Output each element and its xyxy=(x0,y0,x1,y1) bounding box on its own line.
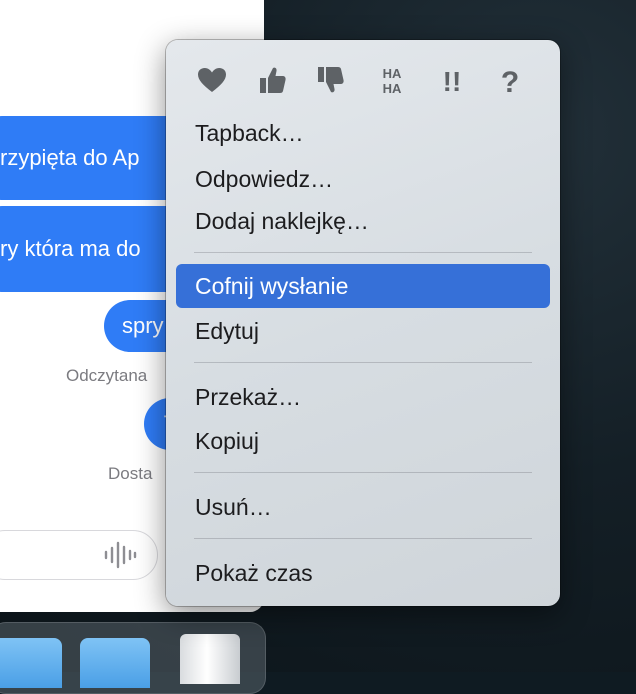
svg-text:!!: !! xyxy=(443,66,462,95)
haha-icon[interactable]: HA HA xyxy=(374,60,410,100)
dock-folder[interactable] xyxy=(80,638,150,688)
menu-separator xyxy=(194,472,532,473)
exclamation-icon[interactable]: !! xyxy=(434,60,470,100)
svg-text:?: ? xyxy=(501,66,519,95)
menu-item-add-sticker[interactable]: Dodaj naklejkę… xyxy=(176,204,550,238)
context-menu: HA HA !! ? Tapback… Odpowiedz… Dodaj nak… xyxy=(166,40,560,606)
message-text: ry która ma do xyxy=(0,236,141,261)
tapback-row: HA HA !! ? xyxy=(166,60,560,100)
menu-item-reply[interactable]: Odpowiedz… xyxy=(176,162,550,196)
menu-item-show-time[interactable]: Pokaż czas xyxy=(176,556,550,590)
menu-item-delete[interactable]: Usuń… xyxy=(176,490,550,524)
menu-separator xyxy=(194,252,532,253)
message-text: spry xyxy=(122,313,164,338)
dock-folder-downloads[interactable] xyxy=(0,638,62,688)
menu-separator xyxy=(194,538,532,539)
svg-text:HA: HA xyxy=(383,81,402,95)
dock-trash-icon[interactable] xyxy=(180,634,240,684)
thumbs-up-icon[interactable] xyxy=(254,60,290,100)
menu-item-edit[interactable]: Edytuj xyxy=(176,314,550,348)
delivered-status: Dosta xyxy=(108,464,153,483)
svg-text:HA: HA xyxy=(383,66,402,81)
menu-item-unsend[interactable]: Cofnij wysłanie xyxy=(176,264,550,308)
read-status: Odczytana xyxy=(66,366,148,385)
message-text: rzypięta do Ap xyxy=(0,145,140,170)
menu-item-copy[interactable]: Kopiuj xyxy=(176,424,550,458)
heart-icon[interactable] xyxy=(194,60,230,100)
menu-separator xyxy=(194,362,532,363)
thumbs-down-icon[interactable] xyxy=(312,60,348,100)
menu-item-tapback[interactable]: Tapback… xyxy=(176,116,550,150)
menu-item-forward[interactable]: Przekaż… xyxy=(176,380,550,414)
question-icon[interactable]: ? xyxy=(492,60,528,100)
audio-waveform-icon[interactable] xyxy=(102,540,138,570)
